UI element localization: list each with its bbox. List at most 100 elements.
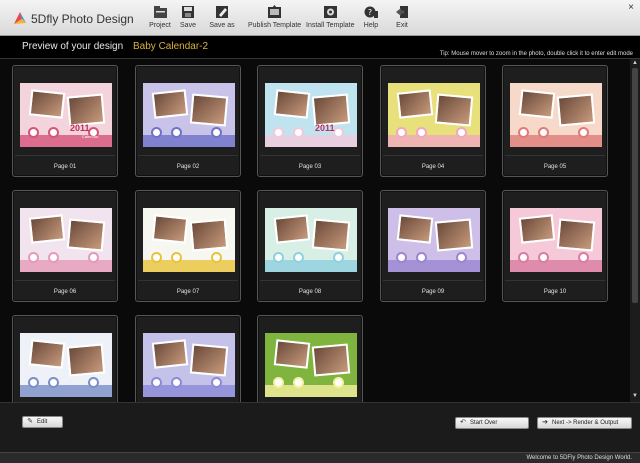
publish-template-button[interactable]: Publish Template: [248, 5, 301, 33]
page-card[interactable]: Page 10: [502, 190, 608, 302]
card-divider: [260, 155, 360, 156]
save-button[interactable]: Save: [177, 5, 199, 33]
page-label: Page 08: [298, 289, 322, 295]
edit-icon: ✎: [27, 418, 33, 425]
page-label: Page 02: [176, 164, 200, 170]
flower-icon: [30, 129, 37, 136]
start-over-button[interactable]: ↶ Start Over: [455, 417, 529, 429]
page-thumbnail[interactable]: [143, 83, 235, 147]
photo-frame: [151, 214, 189, 244]
decoration: [388, 260, 480, 272]
decoration: [143, 135, 235, 147]
photo-frame: [28, 339, 66, 369]
card-divider: [383, 155, 483, 156]
flower-icon: [398, 129, 405, 136]
page-card[interactable]: [12, 315, 118, 402]
flower-icon: [213, 254, 220, 261]
calendar-year-text: 2011: [315, 123, 335, 133]
page-card[interactable]: 2011 Page 03: [257, 65, 363, 177]
page-thumbnail[interactable]: 2011 Calendar: [20, 83, 112, 147]
gallery-scrollbar[interactable]: ▲ ▼: [630, 59, 640, 402]
flower-icon: [213, 379, 220, 386]
install-template-button[interactable]: Install Template: [306, 5, 355, 33]
card-divider: [15, 155, 115, 156]
flower-icon: [173, 254, 180, 261]
photo-frame: [66, 218, 106, 252]
edit-button[interactable]: ✎ Edit: [22, 416, 63, 428]
page-card[interactable]: Page 08: [257, 190, 363, 302]
flower-icon: [540, 254, 547, 261]
page-thumbnail[interactable]: [143, 333, 235, 397]
page-card[interactable]: 2011 Calendar Page 01: [12, 65, 118, 177]
page-card[interactable]: Page 02: [135, 65, 241, 177]
flower-icon: [335, 129, 342, 136]
flower-icon: [90, 254, 97, 261]
page-thumbnail[interactable]: [510, 208, 602, 272]
decoration: [20, 385, 112, 397]
photo-frame: [434, 218, 474, 252]
flower-icon: [335, 379, 342, 386]
help-button[interactable]: ? Help: [361, 5, 381, 33]
exit-button[interactable]: Exit: [393, 5, 411, 33]
page-thumbnail[interactable]: [388, 83, 480, 147]
scroll-down-icon[interactable]: ▼: [631, 393, 639, 400]
footer-bar: ✎ Edit ↶ Start Over ➔ Next -> Render & O…: [0, 402, 640, 452]
flower-icon: [153, 254, 160, 261]
photo-frame: [556, 93, 596, 127]
folder-icon: [147, 5, 173, 20]
title-toolbar: 5Dfly Photo Design Project Save Save as …: [0, 0, 640, 36]
decoration: [143, 385, 235, 397]
page-thumbnail[interactable]: [20, 208, 112, 272]
card-divider: [260, 280, 360, 281]
photo-frame: [189, 218, 229, 252]
undo-icon: ↶: [460, 419, 466, 426]
scroll-thumb[interactable]: [632, 68, 638, 303]
card-divider: [383, 280, 483, 281]
page-thumbnail[interactable]: [265, 208, 357, 272]
page-card[interactable]: Page 07: [135, 190, 241, 302]
photo-frame: [396, 89, 434, 119]
photo-frame: [273, 214, 311, 244]
photo-frame: [28, 214, 66, 244]
photo-frame: [66, 343, 106, 377]
calendar-subtext: Calendar: [82, 134, 99, 139]
page-card[interactable]: [257, 315, 363, 402]
photo-frame: [151, 89, 189, 119]
project-button[interactable]: Project: [147, 5, 173, 33]
photo-frame: [151, 339, 189, 369]
photo-frame: [556, 218, 596, 252]
page-thumbnail[interactable]: 2011: [265, 83, 357, 147]
page-thumbnail[interactable]: [388, 208, 480, 272]
app-logo-icon: [12, 10, 28, 26]
tip-text: Tip: Mouse mover to zoom in the photo, d…: [439, 51, 633, 57]
page-card[interactable]: Page 05: [502, 65, 608, 177]
flower-icon: [458, 254, 465, 261]
page-card[interactable]: Page 09: [380, 190, 486, 302]
flower-icon: [275, 379, 282, 386]
photo-frame: [189, 343, 229, 377]
flower-icon: [418, 254, 425, 261]
decoration: [265, 260, 357, 272]
page-thumbnail[interactable]: [265, 333, 357, 397]
publish-template-icon: [248, 5, 300, 20]
page-label: Page 07: [176, 289, 200, 295]
page-thumbnail[interactable]: [20, 333, 112, 397]
window-close-button[interactable]: ×: [626, 3, 636, 13]
exit-icon: [393, 5, 411, 20]
page-card[interactable]: Page 04: [380, 65, 486, 177]
page-card[interactable]: [135, 315, 241, 402]
page-thumbnail[interactable]: [510, 83, 602, 147]
flower-icon: [30, 379, 37, 386]
preview-header: Preview of your design Baby Calendar-2 T…: [0, 37, 640, 59]
page-thumbnail[interactable]: [143, 208, 235, 272]
scroll-up-icon[interactable]: ▲: [631, 60, 639, 67]
next-render-output-button[interactable]: ➔ Next -> Render & Output: [537, 417, 632, 429]
floppy-save-icon: [177, 5, 199, 20]
page-label: Page 03: [298, 164, 322, 170]
save-as-button[interactable]: Save as: [207, 5, 237, 33]
card-divider: [15, 280, 115, 281]
page-card[interactable]: Page 06: [12, 190, 118, 302]
flower-icon: [580, 129, 587, 136]
photo-frame: [28, 89, 66, 119]
flower-icon: [30, 254, 37, 261]
